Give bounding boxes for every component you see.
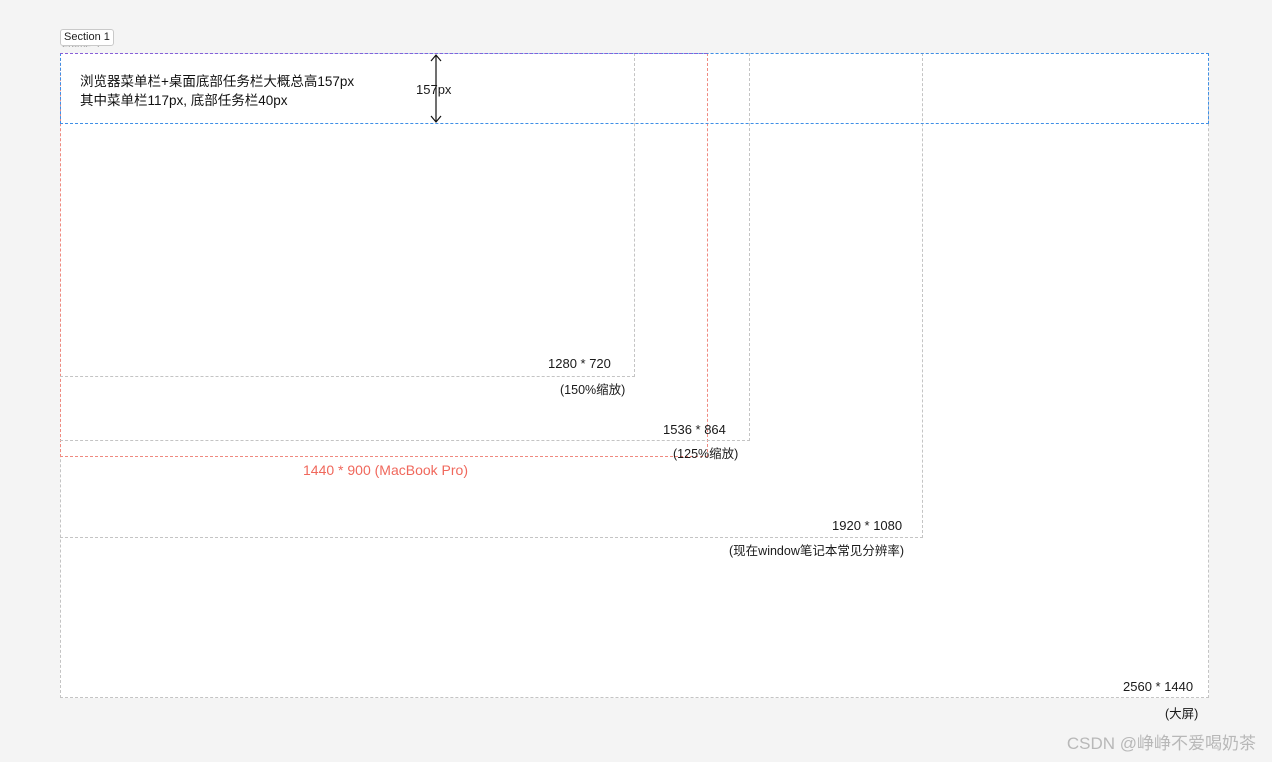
csdn-watermark: CSDN @峥峥不爱喝奶茶 xyxy=(1066,734,1256,753)
label-1920-size: 1920 * 1080 xyxy=(832,518,903,533)
label-2560-size: 2560 * 1440 xyxy=(1123,679,1194,694)
label-1280-size: 1280 * 720 xyxy=(548,356,611,371)
label-2560-note: (大屏) xyxy=(1165,707,1199,721)
label-1440-size: 1440 * 900 (MacBook Pro) xyxy=(303,462,468,478)
band-note: 浏览器菜单栏+桌面底部任务栏大概总高157px 其中菜单栏117px, 底部任务… xyxy=(80,72,354,110)
band-top-accent-line xyxy=(60,53,707,54)
label-1920-note: (现在window笔记本常见分辨率) xyxy=(729,544,905,558)
band-note-line-1: 浏览器菜单栏+桌面底部任务栏大概总高157px xyxy=(80,74,355,89)
label-1536-size: 1536 * 864 xyxy=(663,422,726,437)
label-1536-note: (125%缩放) xyxy=(673,447,739,461)
band-note-line-2: 其中菜单栏117px, 底部任务栏40px xyxy=(80,93,288,108)
label-1280-note: (150%缩放) xyxy=(560,383,626,397)
section-tag[interactable]: Section 1 xyxy=(60,29,114,46)
band-height-label: 157px xyxy=(416,82,452,97)
